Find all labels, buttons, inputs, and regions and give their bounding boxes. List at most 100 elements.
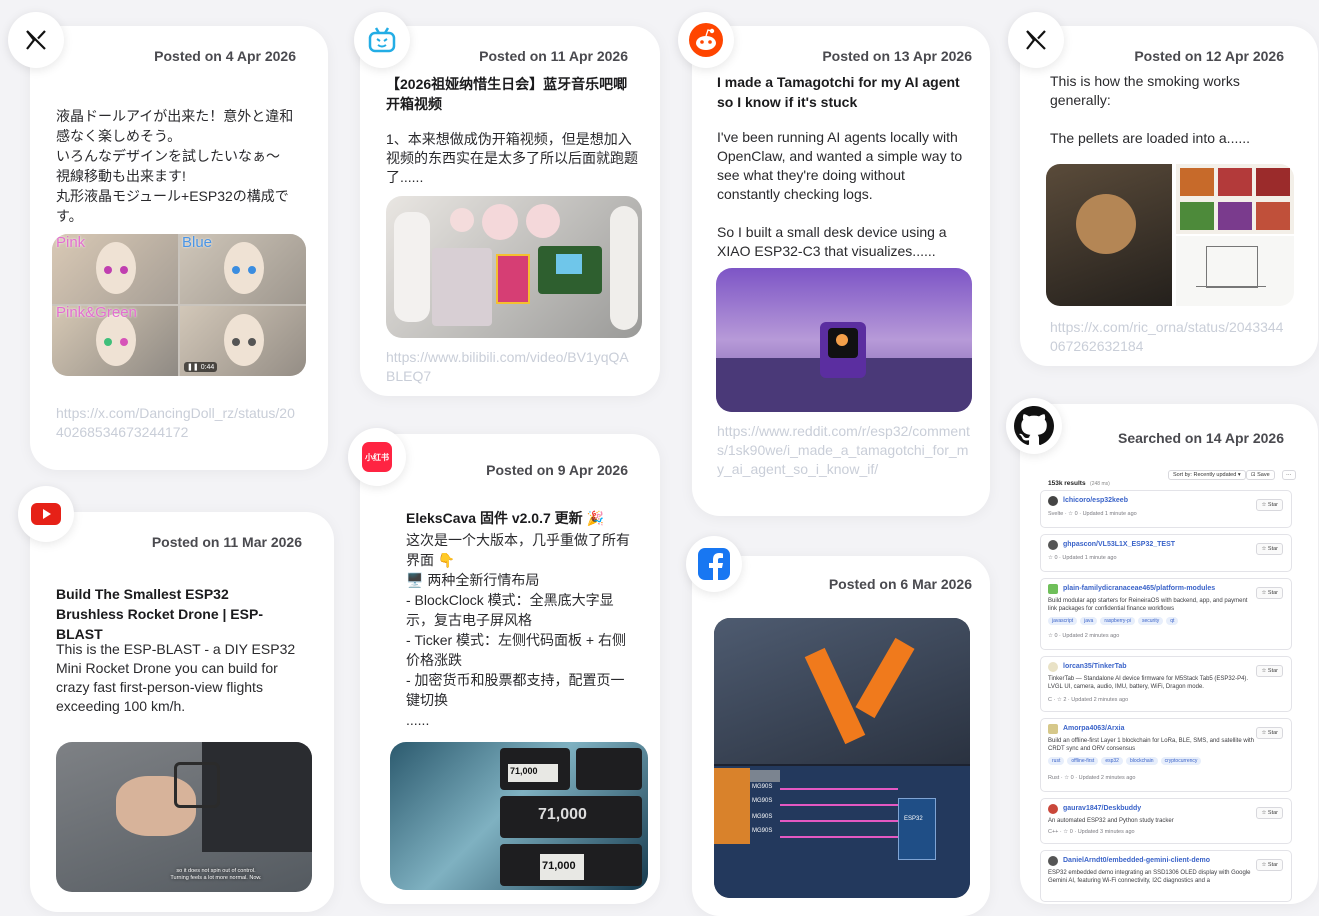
media-label-pink: Pink	[56, 234, 86, 251]
post-card-youtube-drone[interactable]: Posted on 11 Mar 2026 Build The Smallest…	[30, 512, 334, 912]
repo-name[interactable]: lorcan35/TinkerTab	[1063, 663, 1127, 670]
source-badge-github	[1006, 398, 1062, 454]
repo-result[interactable]: lchicoro/esp32keeb Svelte · ☆ 0 · Update…	[1040, 490, 1292, 528]
servo-label-1: MG90S	[752, 784, 773, 790]
results-time: (248 ms)	[1090, 481, 1110, 487]
post-link[interactable]: https://www.reddit.com/r/esp32/comments/…	[717, 422, 971, 479]
x-icon	[26, 30, 46, 50]
repo-result[interactable]: DanielArndt0/embedded-gemini-client-demo…	[1040, 850, 1292, 902]
github-search-card[interactable]: Searched on 14 Apr 2026 153k results (24…	[1020, 404, 1318, 904]
post-media-image[interactable]	[716, 268, 972, 412]
video-caption: so it does not spin out of control. Turn…	[170, 868, 262, 881]
repo-result[interactable]: lorcan35/TinkerTab TinkerTab — Standalon…	[1040, 656, 1292, 712]
post-card-bilibili[interactable]: Posted on 11 Apr 2026 【2026祖娅纳惜生日会】蓝牙音乐吧…	[360, 26, 660, 396]
star-button[interactable]: ☆ Star	[1256, 543, 1283, 555]
servo-label-4: MG90S	[752, 828, 773, 834]
star-label: Star	[1267, 668, 1278, 674]
topic-tag[interactable]: blockchain	[1125, 757, 1158, 765]
github-icon	[1014, 406, 1054, 446]
topic-tag[interactable]: cryptocurrency	[1160, 757, 1202, 765]
repo-topics: rust offline-first esp32 blockchain cryp…	[1048, 757, 1202, 765]
post-title: I made a Tamagotchi for my AI agent so I…	[717, 74, 960, 110]
topic-tag[interactable]: offline-first	[1067, 757, 1099, 765]
star-label: Star	[1267, 590, 1278, 596]
post-card-x-smoker[interactable]: Posted on 12 Apr 2026 This is how the sm…	[1020, 26, 1318, 366]
star-button[interactable]: ☆ Star	[1256, 727, 1283, 739]
post-link[interactable]: https://x.com/DancingDoll_rz/status/2040…	[56, 404, 302, 442]
repo-description: ESP32 embedded demo integrating an SSD13…	[1048, 870, 1251, 884]
price-readout-1: 71,000	[510, 766, 538, 776]
post-card-xiaohongshu[interactable]: Posted on 9 Apr 2026 EleksCava 固件 v2.0.7…	[360, 434, 660, 904]
searched-date: Searched on 14 Apr 2026	[1117, 430, 1284, 446]
source-badge-reddit	[678, 12, 734, 68]
repo-avatar	[1048, 496, 1058, 506]
repo-avatar	[1048, 584, 1058, 594]
star-button[interactable]: ☆ Star	[1256, 859, 1283, 871]
post-media-image[interactable]: MG90S MG90S MG90S MG90S ESP32	[714, 618, 970, 898]
post-media-video[interactable]: so it does not spin out of control. Turn…	[56, 742, 312, 892]
star-label: Star	[1267, 810, 1278, 816]
star-button[interactable]: ☆ Star	[1256, 665, 1283, 677]
repo-result[interactable]: plain-familydicranaceae465/platform-modu…	[1040, 578, 1292, 650]
post-card-x-doll[interactable]: Posted on 4 Apr 2026 液晶ドールアイが出来た！意外と違和 感…	[30, 26, 328, 470]
repo-name[interactable]: plain-familydicranaceae465/platform-modu…	[1063, 585, 1215, 592]
post-body: 这次是一个大版本，几乎重做了所有 界面 👇 🖥️ 两种全新行情布局 - Bloc…	[406, 532, 630, 728]
sort-dropdown[interactable]: Sort by: Recently updated ▾	[1168, 470, 1246, 480]
repo-name[interactable]: lchicoro/esp32keeb	[1063, 497, 1128, 504]
repo-result[interactable]: gaurav1847/Deskbuddy An automated ESP32 …	[1040, 798, 1292, 844]
save-button[interactable]: ⊡ Save	[1246, 470, 1275, 480]
repo-avatar	[1048, 540, 1058, 550]
post-media-image-3[interactable]	[1176, 236, 1294, 306]
post-card-facebook[interactable]: Posted on 6 Mar 2026 MG90S MG90S MG90S M…	[692, 556, 990, 916]
source-badge-x	[1008, 12, 1064, 68]
star-label: Star	[1267, 502, 1278, 508]
save-label: Save	[1257, 472, 1270, 478]
topic-tag[interactable]: security	[1138, 617, 1164, 625]
star-button[interactable]: ☆ Star	[1256, 807, 1283, 819]
bilibili-icon	[368, 27, 396, 53]
repo-name[interactable]: Amorpa4063/Arxia	[1063, 725, 1124, 732]
star-button[interactable]: ☆ Star	[1256, 499, 1283, 511]
posted-date: Posted on 11 Mar 2026	[151, 534, 302, 550]
repo-name[interactable]: ghpascon/VL53L1X_ESP32_TEST	[1063, 541, 1175, 548]
repo-description: An automated ESP32 and Python study trac…	[1048, 818, 1174, 824]
board-label: ESP32	[904, 816, 923, 822]
post-media-image[interactable]: 71,000 71,000 71,000	[390, 742, 648, 890]
servo-label-2: MG90S	[752, 798, 773, 804]
repo-result[interactable]: Amorpa4063/Arxia Build an offline-first …	[1040, 718, 1292, 792]
youtube-icon	[31, 503, 61, 525]
repo-meta: Svelte · ☆ 0 · Updated 1 minute ago	[1048, 511, 1137, 517]
reddit-icon	[689, 23, 723, 57]
source-badge-youtube	[18, 486, 74, 542]
topic-tag[interactable]: rust	[1048, 757, 1065, 765]
repo-name[interactable]: gaurav1847/Deskbuddy	[1063, 805, 1141, 812]
post-media-video[interactable]	[386, 196, 642, 338]
source-badge-facebook	[686, 536, 742, 592]
repo-result[interactable]: ghpascon/VL53L1X_ESP32_TEST ☆ 0 · Update…	[1040, 534, 1292, 572]
repo-description: TinkerTab — Standalone AI device firmwar…	[1048, 676, 1249, 690]
repo-name[interactable]: DanielArndt0/embedded-gemini-client-demo	[1063, 857, 1210, 864]
topic-tag[interactable]: java	[1080, 617, 1098, 625]
post-body: I've been running AI agents locally with…	[717, 129, 963, 259]
post-card-reddit[interactable]: Posted on 13 Apr 2026 I made a Tamagotch…	[692, 26, 990, 516]
topic-tag[interactable]: esp32	[1101, 757, 1123, 765]
post-title: Build The Smallest ESP32 Brushless Rocke…	[56, 586, 263, 642]
post-body: This is how the smoking works generally:…	[1050, 73, 1251, 146]
post-media-image-1[interactable]	[1046, 164, 1172, 306]
post-link[interactable]: https://x.com/ric_orna/status/2043344067…	[1050, 318, 1290, 356]
post-media-image-2[interactable]	[1176, 164, 1294, 234]
repo-avatar	[1048, 856, 1058, 866]
more-button[interactable]: ···	[1282, 470, 1296, 480]
xiaohongshu-icon: 小红书	[362, 442, 392, 472]
topic-tag[interactable]: javascript	[1048, 617, 1078, 625]
posted-date: Posted on 9 Apr 2026	[486, 462, 628, 478]
post-link[interactable]: https://www.bilibili.com/video/BV1yqQABL…	[386, 348, 632, 386]
repo-avatar	[1048, 804, 1058, 814]
topic-tag[interactable]: raspberry-pi	[1100, 617, 1135, 625]
star-button[interactable]: ☆ Star	[1256, 587, 1283, 599]
star-label: Star	[1267, 862, 1278, 868]
topic-tag[interactable]: qt	[1166, 617, 1179, 625]
post-title: EleksCava 固件 v2.0.7 更新 🎉	[406, 510, 604, 526]
star-label: Star	[1267, 730, 1278, 736]
post-media-video[interactable]: Pink Blue Pink&Green ❚❚ 0:44	[52, 234, 306, 376]
